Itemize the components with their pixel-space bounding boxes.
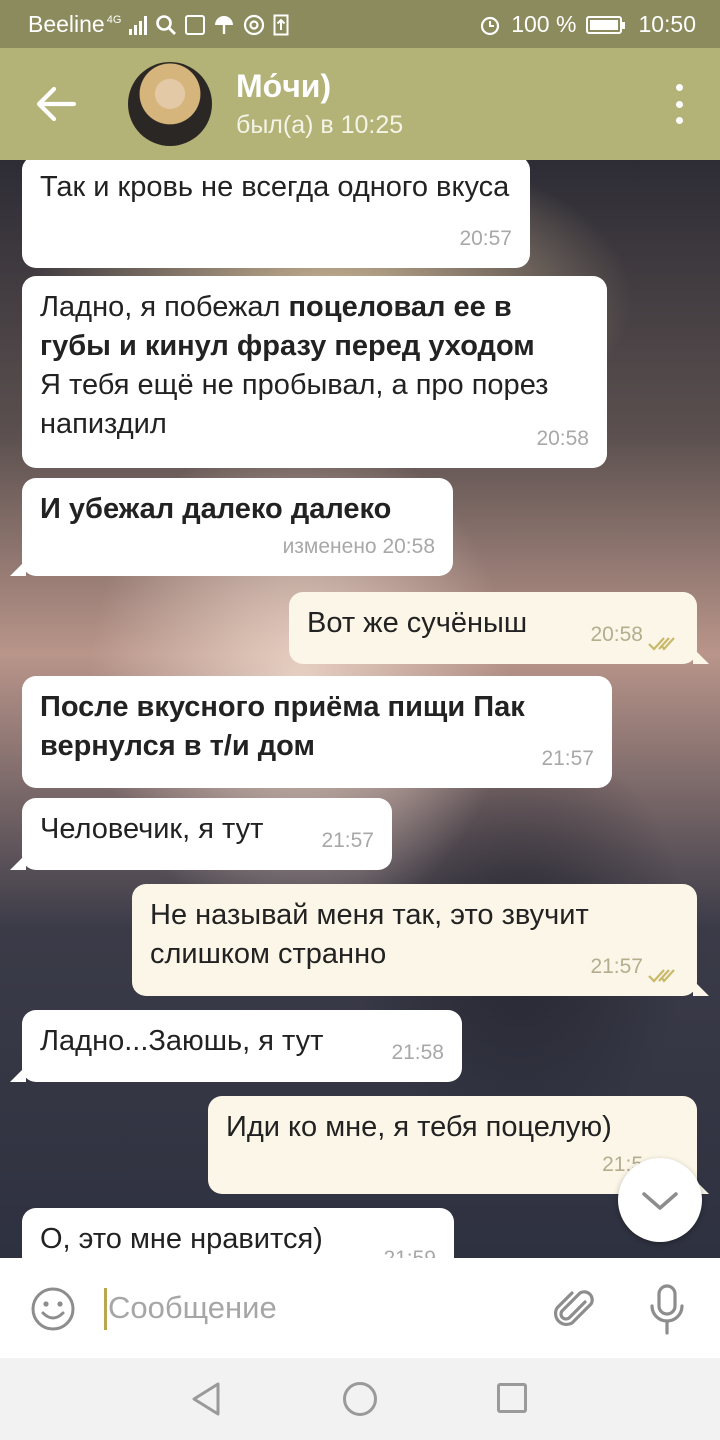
- message-time: 20:58: [536, 427, 589, 450]
- contact-name[interactable]: Мо́чи): [236, 68, 331, 105]
- microphone-icon[interactable]: [644, 1282, 690, 1338]
- message-composer: [0, 1258, 720, 1358]
- message-time: 20:58: [590, 623, 643, 646]
- clock: 10:50: [638, 11, 696, 37]
- message-time: изменено 20:58: [282, 535, 435, 558]
- message-input[interactable]: [108, 1284, 528, 1332]
- message-time: 20:57: [459, 227, 512, 250]
- message-bubble[interactable]: Ладно...Заюшь, я тут 21:58: [10, 1010, 462, 1082]
- scroll-to-bottom-button[interactable]: [618, 1158, 702, 1242]
- message-bubble[interactable]: О, это мне нравится) 21:59: [22, 1208, 454, 1258]
- at-icon: [244, 14, 265, 35]
- nav-back-icon[interactable]: [190, 1381, 222, 1417]
- message-text: О, это мне нравится): [40, 1223, 323, 1255]
- last-seen-status: был(а) в 10:25: [236, 111, 404, 139]
- message-text: Ладно, я побежал: [40, 291, 289, 323]
- message-bubble[interactable]: После вкусного приёма пищи Пак вернулся …: [22, 676, 612, 788]
- text-cursor: [104, 1288, 107, 1330]
- nav-recent-apps-icon[interactable]: [497, 1383, 527, 1413]
- contact-avatar[interactable]: [128, 62, 212, 146]
- battery-percent: 100 %: [511, 11, 577, 37]
- message-bubble[interactable]: Человечик, я тут 21:57: [10, 798, 392, 870]
- message-bubble[interactable]: Не называй меня так, это звучит слишком …: [132, 884, 709, 996]
- message-text-bold: После вкусного приёма пищи Пак вернулся …: [40, 691, 525, 762]
- network-type: 4G: [106, 13, 122, 26]
- nav-home-icon[interactable]: [343, 1382, 377, 1416]
- message-text-bold: И убежал далеко далеко: [40, 493, 392, 525]
- chat-header: Мо́чи) был(а) в 10:25: [0, 48, 720, 160]
- message-text: Ладно...Заюшь, я тут: [40, 1025, 324, 1057]
- read-receipt-icon: [648, 637, 675, 651]
- message-text: Иди ко мне, я тебя поцелую): [226, 1111, 612, 1143]
- carrier-name: Beeline: [28, 11, 105, 37]
- emoji-icon[interactable]: [30, 1286, 76, 1332]
- search-icon: [156, 14, 177, 35]
- system-nav-bar: [0, 1358, 720, 1440]
- message-bubble[interactable]: Вот же сучёныш 20:58: [289, 592, 709, 664]
- message-time: 21:57: [590, 955, 643, 978]
- message-bubble[interactable]: Ладно, я побежал поцеловал ее в губы и к…: [22, 276, 607, 468]
- upload-icon: [273, 14, 289, 35]
- message-text: Так и кровь не всегда одного вкуса: [40, 171, 510, 203]
- message-time: 21:58: [391, 1041, 444, 1064]
- read-receipt-icon: [648, 969, 675, 983]
- back-arrow-icon[interactable]: [34, 84, 78, 124]
- message-bubble[interactable]: И убежал далеко далеко изменено 20:58: [10, 478, 453, 576]
- message-text: Человечик, я тут: [40, 813, 264, 845]
- message-time: 21:57: [321, 829, 374, 852]
- image-icon: [185, 14, 206, 35]
- signal-icon: [129, 15, 148, 35]
- alarm-icon: [481, 16, 500, 35]
- message-text: Я тебя ещё не пробывал, а про порез напи…: [40, 369, 549, 440]
- message-bubble[interactable]: Так и кровь не всегда одного вкуса 20:57: [22, 160, 530, 268]
- message-time: 21:57: [541, 747, 594, 770]
- more-options-icon[interactable]: [674, 84, 684, 124]
- umbrella-icon: [215, 15, 234, 34]
- message-time: 21:59: [383, 1239, 436, 1258]
- message-text: Не называй меня так, это звучит слишком …: [150, 899, 589, 970]
- message-list[interactable]: Так и кровь не всегда одного вкуса 20:57…: [0, 160, 720, 1258]
- chevron-down-icon: [642, 1192, 678, 1210]
- battery-icon: [586, 15, 626, 34]
- status-bar: Beeline 4G 100 % 10:50: [0, 0, 720, 48]
- message-text: Вот же сучёныш: [307, 607, 528, 639]
- attach-icon[interactable]: [552, 1286, 598, 1334]
